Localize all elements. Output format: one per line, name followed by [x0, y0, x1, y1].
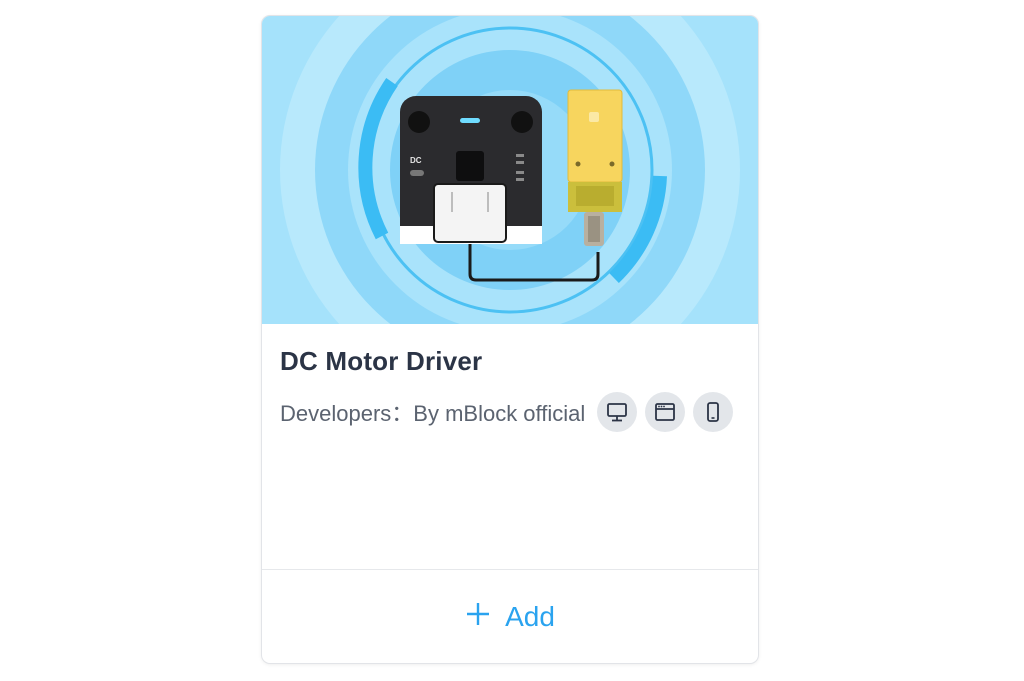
extension-thumbnail: DC: [262, 16, 758, 324]
extension-card: DC DC Motor Driver Developers：By mBlock …: [262, 16, 758, 663]
plus-icon: [465, 601, 491, 632]
add-button[interactable]: Add: [262, 570, 758, 663]
add-label: Add: [505, 600, 555, 632]
mobile-icon: [693, 392, 734, 432]
platform-icons: [597, 392, 734, 432]
desktop-icon: [597, 392, 638, 432]
developers-text: Developers：By mBlock official: [280, 401, 586, 426]
dc-motor-illustration: DC: [280, 16, 740, 324]
extension-meta: Developers：By mBlock official: [280, 392, 746, 432]
browser-window-icon: [645, 392, 686, 432]
extension-title: DC Motor Driver: [280, 346, 483, 376]
board-dc-label: DC: [410, 156, 422, 165]
